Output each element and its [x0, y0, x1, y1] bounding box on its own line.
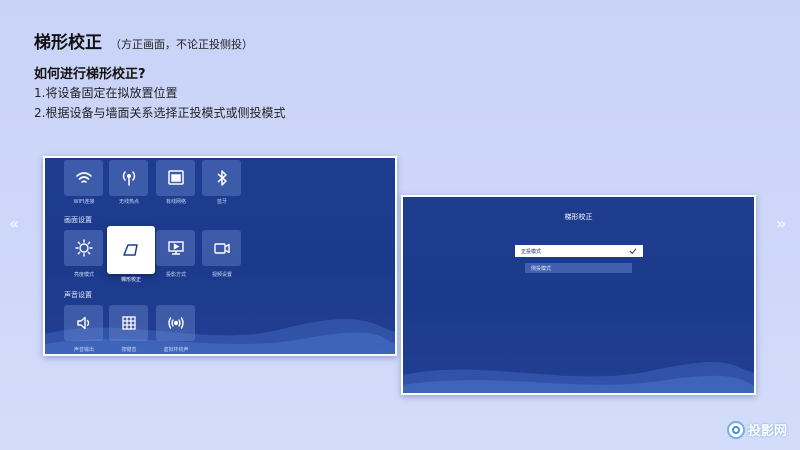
keypad-icon	[121, 316, 136, 330]
bluetooth-label: 蓝牙	[216, 199, 227, 205]
step-2: 2.根据设备与墙面关系选择正投模式或侧投模式	[34, 106, 286, 120]
hotspot-icon	[122, 171, 135, 186]
projection-icon	[167, 241, 184, 255]
question-heading: 如何进行梯形校正?	[34, 67, 146, 82]
speaker-icon	[76, 316, 89, 330]
step-1: 1.将设备固定在拟放置位置	[34, 86, 178, 100]
sound-section-title: 声音设置	[64, 291, 92, 299]
hotspot-tile[interactable]	[109, 160, 148, 196]
picture-section-title: 画面设置	[64, 216, 92, 224]
front-projection-option[interactable]: 正投模式	[515, 245, 643, 257]
watermark-logo: 投影网	[727, 420, 787, 439]
video-tile[interactable]	[202, 230, 241, 266]
prev-arrow-button[interactable]: «	[9, 214, 19, 233]
projection-tile[interactable]	[156, 230, 195, 266]
brightness-icon	[74, 239, 93, 257]
bluetooth-icon	[217, 170, 227, 186]
front-projection-label: 正投模式	[521, 248, 542, 255]
surround-icon	[167, 317, 184, 329]
video-icon	[213, 243, 230, 254]
keystone-tile[interactable]	[107, 226, 155, 274]
surround-label: 虚拟环绕声	[163, 347, 189, 353]
ethernet-icon	[167, 170, 184, 185]
keystone-screen-title: 梯形校正	[564, 213, 593, 221]
keypad-tile[interactable]	[109, 305, 148, 341]
check-icon	[629, 248, 637, 255]
side-projection-label: 侧投模式	[531, 265, 552, 272]
speaker-tile[interactable]	[64, 305, 103, 341]
surround-tile[interactable]	[156, 305, 195, 341]
brightness-tile[interactable]	[64, 230, 103, 266]
side-projection-option[interactable]: 侧投模式	[525, 263, 632, 273]
keystone-icon	[123, 244, 138, 256]
settings-screen: WIFI连接 无线热点 有线网络 蓝牙 画面设置 亮度模式 梯形校正 投影方式 …	[43, 156, 397, 356]
bluetooth-tile[interactable]	[202, 160, 241, 196]
video-label: 视频设置	[211, 272, 232, 278]
wifi-icon	[75, 172, 92, 183]
wifi-tile[interactable]	[64, 160, 103, 196]
logo-circle-icon	[727, 420, 745, 439]
header: 梯形校正 （方正画面，不论正投侧投）	[34, 28, 253, 53]
logo-text: 投影网	[748, 424, 788, 439]
page-title: 梯形校正	[34, 33, 102, 53]
wave-decoration	[403, 362, 754, 393]
page-subtitle: （方正画面，不论正投侧投）	[110, 38, 253, 51]
next-arrow-button[interactable]: »	[776, 214, 786, 233]
keystone-screen: 梯形校正 正投模式 侧投模式	[401, 195, 756, 395]
ethernet-tile[interactable]	[156, 160, 195, 196]
